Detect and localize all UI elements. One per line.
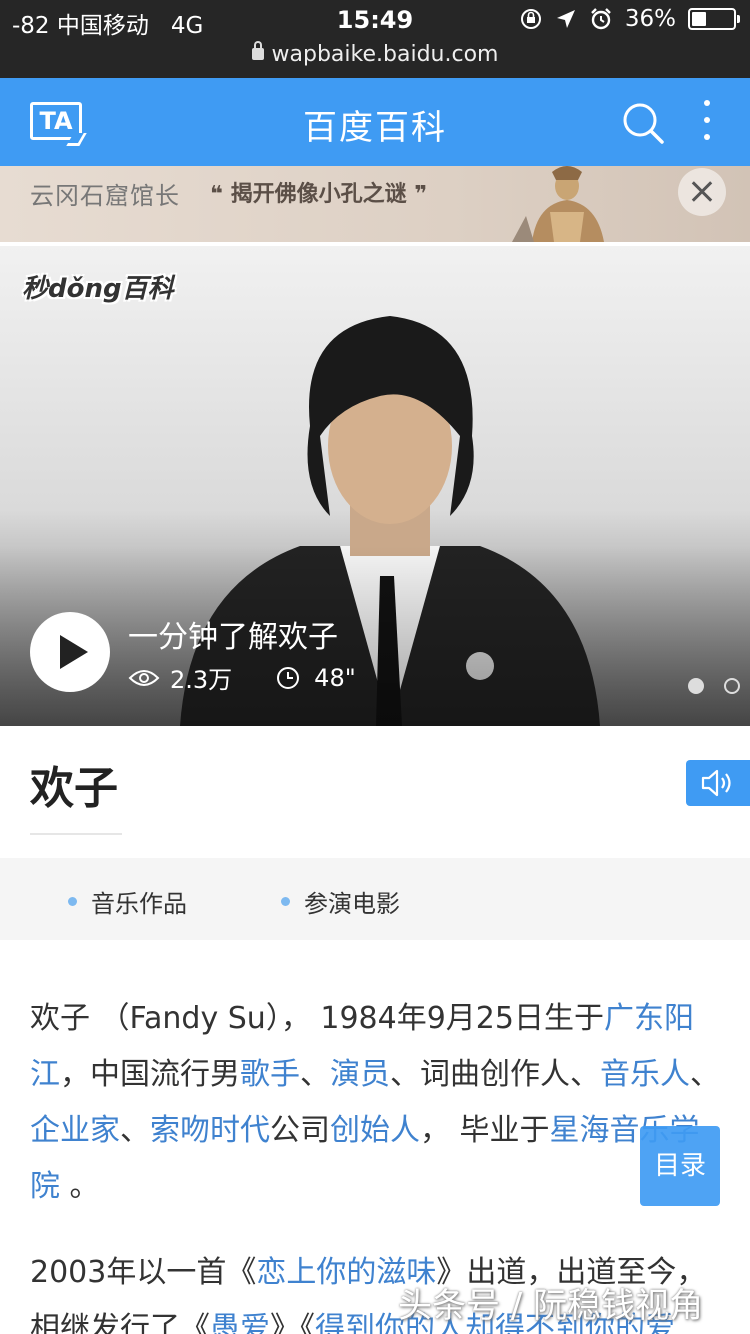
entry-link[interactable]: 歌手 — [240, 1057, 300, 1092]
title-underline — [30, 833, 122, 835]
entry-link[interactable]: 愚爱 — [210, 1311, 270, 1334]
location-arrow-icon — [556, 10, 575, 28]
entry-link[interactable]: 演员 — [330, 1057, 390, 1092]
more-menu-icon[interactable] — [700, 100, 714, 146]
banner-close-button[interactable] — [678, 168, 726, 216]
carousel-dot[interactable] — [724, 678, 740, 694]
summary-paragraph-1: 欢子 （Fandy Su）， 1984年9月25日生于广东阳江，中国流行男歌手、… — [30, 991, 720, 1215]
body-text: ，中国流行男 — [60, 1057, 240, 1092]
video-player[interactable]: 秒dǒng百科 一分钟了解欢子 2.3万 48" — [0, 246, 750, 726]
body-text: 。 — [60, 1169, 100, 1204]
quote-open-icon: ❝ — [210, 182, 223, 207]
url-text: wapbaike.baidu.com — [271, 42, 499, 67]
body-text: 、 — [300, 1057, 330, 1092]
alarm-icon — [591, 8, 611, 30]
play-button[interactable] — [30, 612, 110, 692]
view-count: 2.3万 — [170, 666, 233, 694]
buddha-statue-image — [512, 166, 604, 242]
body-text: 、词曲创作人、 — [390, 1057, 600, 1092]
search-icon[interactable] — [622, 102, 664, 144]
eye-icon — [128, 669, 160, 686]
video-meta: 2.3万 48" — [128, 660, 356, 695]
carousel-dot[interactable] — [688, 678, 704, 694]
tab-label: 音乐作品 — [91, 890, 187, 918]
clock-icon — [277, 666, 300, 689]
carousel-dots — [688, 678, 740, 694]
bullet-icon — [68, 897, 77, 906]
entry-link[interactable]: 音乐人 — [600, 1057, 690, 1092]
tab-films[interactable]: 参演电影 — [281, 884, 400, 919]
banner-quote-text: 揭开佛像小孔之谜 — [230, 182, 407, 207]
bullet-icon — [281, 897, 290, 906]
banner-quote: ❝ 揭开佛像小孔之谜 ❞ — [210, 176, 427, 208]
body-text: 》《 — [270, 1311, 315, 1334]
app-header: TA 百度百科 — [0, 78, 750, 166]
url-bar[interactable]: wapbaike.baidu.com — [0, 41, 750, 67]
body-text: ， 毕业于 — [420, 1113, 550, 1148]
video-title: 一分钟了解欢子 — [128, 620, 338, 655]
battery-icon — [688, 8, 740, 30]
miaodong-baike-logo: 秒dǒng百科 — [22, 274, 174, 304]
lock-icon — [251, 41, 264, 60]
banner-label: 云冈石窟馆长 — [30, 182, 180, 210]
battery-percent: 36% — [624, 6, 676, 32]
body-text: 、 — [690, 1057, 720, 1092]
body-text: 公司 — [270, 1113, 330, 1148]
speaker-icon — [701, 769, 731, 797]
entry-link[interactable]: 企业家 — [30, 1113, 120, 1148]
banner-ad[interactable]: 云冈石窟馆长 ❝ 揭开佛像小孔之谜 ❞ — [0, 166, 750, 242]
video-overlay-shade — [0, 546, 750, 726]
watermark: 头条号 / 阮稳钱视角 — [398, 1286, 704, 1326]
status-bar: -82 中国移动 4G 15:49 36% wapbaike.baidu.com — [0, 0, 750, 78]
status-icons: 36% — [519, 6, 740, 32]
tab-label: 参演电影 — [304, 890, 400, 918]
tab-music-works[interactable]: 音乐作品 — [68, 884, 187, 919]
read-aloud-button[interactable] — [686, 760, 750, 806]
entry-link[interactable]: 创始人 — [330, 1113, 420, 1148]
quote-close-icon: ❞ — [414, 182, 428, 207]
section-tabs: 音乐作品 参演电影 — [0, 858, 750, 940]
entry-title: 欢子 — [30, 763, 118, 814]
entry-link[interactable]: 索吻时代 — [150, 1113, 270, 1148]
body-text: 欢子 （Fandy Su）， 1984年9月25日生于 — [30, 1001, 604, 1036]
body-text: 2003年以一首《 — [30, 1255, 257, 1290]
video-duration: 48" — [314, 663, 356, 692]
rotation-lock-icon — [520, 9, 541, 29]
table-of-contents-button[interactable]: 目录 — [640, 1126, 720, 1206]
body-text: 、 — [120, 1113, 150, 1148]
